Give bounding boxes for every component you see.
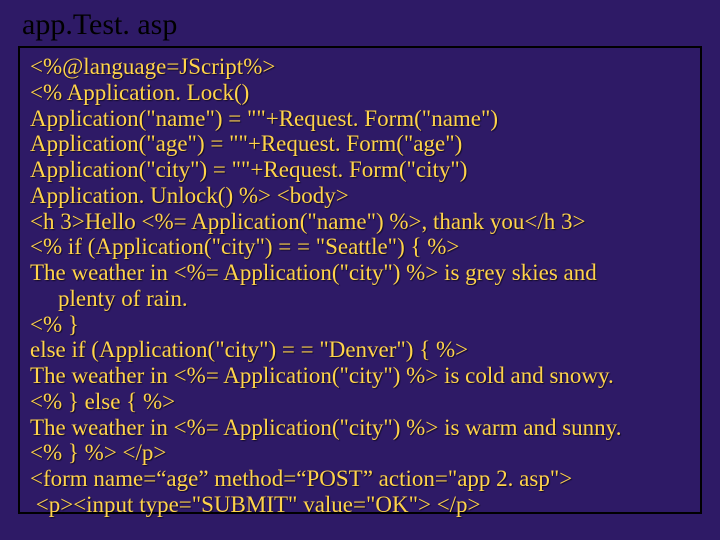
code-line: <% } else { %>: [30, 389, 690, 415]
slide: app.Test. asp <%@language=JScript%> <% A…: [0, 0, 720, 540]
code-block: <%@language=JScript%> <% Application. Lo…: [18, 46, 702, 514]
code-line: <% if (Application("city") = = "Seattle"…: [30, 234, 690, 260]
code-line: The weather in <%= Application("city") %…: [30, 415, 690, 441]
code-line: <% } %> </p>: [30, 440, 690, 466]
code-line: <%@language=JScript%>: [30, 54, 690, 80]
code-line: else if (Application("city") = = "Denver…: [30, 337, 690, 363]
code-line: Application("name") = ""+Request. Form("…: [30, 106, 690, 132]
code-line: The weather in <%= Application("city") %…: [30, 260, 690, 286]
code-line: <% }: [30, 312, 690, 338]
code-line: <h 3>Hello <%= Application("name") %>, t…: [30, 209, 690, 235]
code-line: Application("city") = ""+Request. Form("…: [30, 157, 690, 183]
code-line: <% Application. Lock(): [30, 80, 690, 106]
code-line: plenty of rain.: [30, 286, 690, 312]
code-line: The weather in <%= Application("city") %…: [30, 363, 690, 389]
code-line: <form name=“age” method=“POST” action="a…: [30, 466, 690, 492]
code-line: Application("age") = ""+Request. Form("a…: [30, 131, 690, 157]
code-line: <p><input type="SUBMIT" value="OK"> </p>: [30, 492, 690, 518]
code-line: Application. Unlock() %> <body>: [30, 183, 690, 209]
slide-title: app.Test. asp: [22, 8, 702, 42]
